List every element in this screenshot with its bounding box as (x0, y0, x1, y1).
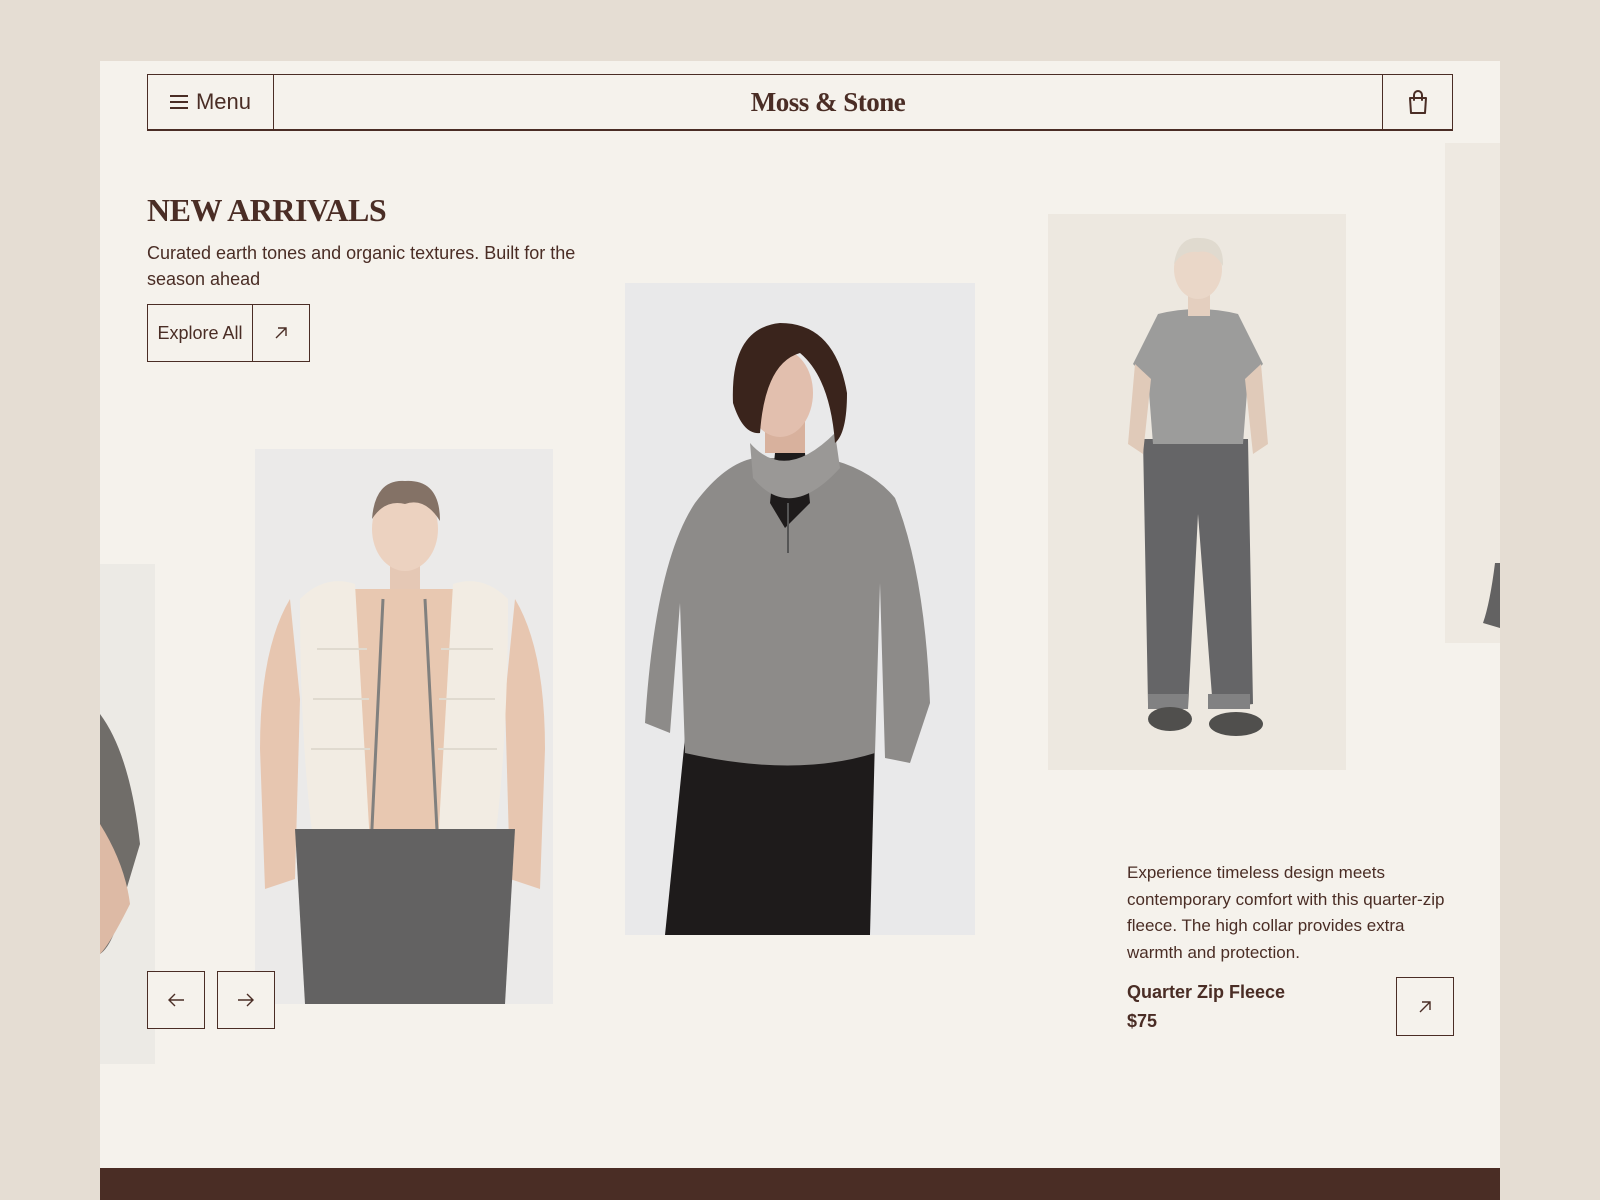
product-image (1445, 143, 1500, 643)
carousel-prev-button[interactable] (147, 971, 205, 1029)
explore-all-button[interactable]: Explore All (147, 304, 310, 362)
page-subtitle: Curated earth tones and organic textures… (147, 243, 576, 289)
site-header: Menu Moss & Stone (147, 74, 1453, 131)
product-price: $75 (1127, 1011, 1158, 1031)
footer-band (100, 1168, 1500, 1200)
shopping-bag-icon (1408, 90, 1427, 114)
page-title: NEW ARRIVALS (147, 192, 387, 228)
product-image (255, 449, 553, 1004)
product-name: Quarter Zip Fleece (1127, 982, 1286, 1002)
product-description: Experience timeless design meets contemp… (1127, 863, 1445, 962)
product-image (625, 283, 975, 935)
product-detail-button[interactable] (1396, 977, 1454, 1036)
cart-button[interactable] (1382, 75, 1452, 129)
menu-label: Menu (195, 89, 252, 114)
carousel-next-button[interactable] (217, 971, 275, 1029)
product-card-puffer-vest[interactable] (255, 449, 553, 1004)
product-image (1048, 214, 1346, 770)
product-card-quarter-zip-fleece[interactable] (625, 283, 975, 935)
brand-logo[interactable]: Moss & Stone (274, 75, 1382, 129)
page: Menu Moss & Stone NEW ARRIVALS Curated e… (100, 61, 1500, 1200)
product-card-tee-and-jeans[interactable] (1048, 214, 1346, 770)
hamburger-icon (169, 95, 188, 109)
arrow-left-icon (168, 993, 184, 1007)
menu-button[interactable]: Menu (148, 75, 274, 129)
explore-all-label: Explore All (148, 305, 253, 361)
arrow-right-icon (238, 993, 254, 1007)
arrow-up-right-icon (253, 305, 309, 361)
arrow-up-right-icon (1419, 1000, 1431, 1012)
product-card-partial-right[interactable] (1445, 143, 1500, 643)
